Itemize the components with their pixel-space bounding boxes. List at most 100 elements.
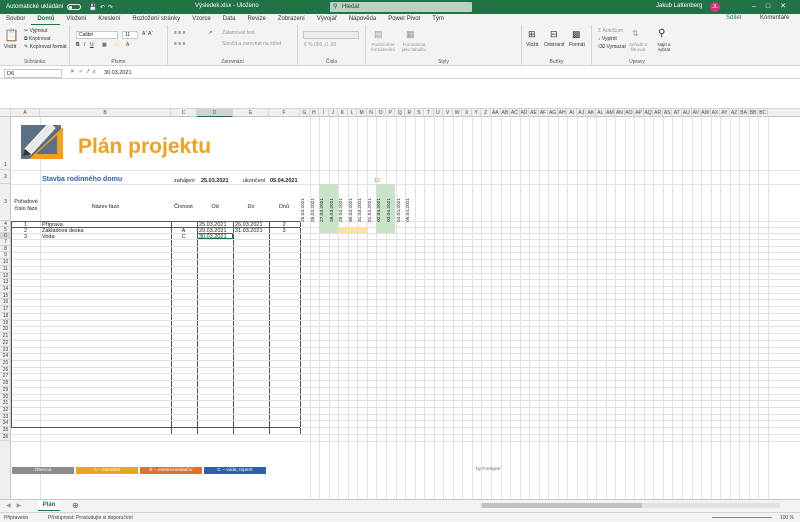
column-header-U[interactable]: U bbox=[434, 109, 444, 117]
scroll-thumb[interactable] bbox=[482, 503, 642, 508]
format-table-icon[interactable]: ▦ bbox=[406, 29, 415, 40]
cut-button[interactable]: ✂ Vyjmout bbox=[24, 28, 47, 34]
column-header-D[interactable]: D bbox=[197, 109, 233, 117]
row-header-32[interactable]: 32 bbox=[0, 407, 11, 414]
select-all-corner[interactable] bbox=[0, 109, 11, 117]
comments-button[interactable]: Komentáře bbox=[760, 15, 789, 21]
sheet-nav-arrows[interactable]: ◀▶ bbox=[6, 502, 27, 509]
column-header-AW[interactable]: AW bbox=[701, 109, 711, 117]
row-header-22[interactable]: 22 bbox=[0, 340, 11, 347]
worksheet-grid[interactable]: A B C D E F G H I J K L M N O P Q R S T U V W X Y Z AA AB AC AD AE AF AG… bbox=[0, 109, 800, 499]
add-sheet-icon[interactable]: ⊕ bbox=[72, 501, 79, 510]
phase-name[interactable]: Voda bbox=[42, 234, 162, 240]
fill-button[interactable]: ↓ Vyplnit bbox=[598, 36, 617, 42]
start-date[interactable]: 25.03.2021 bbox=[201, 178, 229, 184]
autosave-toggle[interactable] bbox=[67, 4, 82, 10]
row-header-21[interactable]: 21 bbox=[0, 333, 11, 340]
delete-cells-button[interactable]: Odstranit bbox=[544, 42, 564, 48]
tab-12[interactable]: Tým bbox=[426, 14, 450, 25]
column-header-AB[interactable]: AB bbox=[501, 109, 511, 117]
row-header-15[interactable]: 15 bbox=[0, 293, 11, 300]
conditional-format-button[interactable]: Podmíněné formátování bbox=[368, 42, 398, 52]
wrap-text-button[interactable]: Zalamovat text bbox=[222, 30, 255, 36]
tab-5[interactable]: Vzorce bbox=[186, 14, 217, 25]
column-header-L[interactable]: L bbox=[348, 109, 358, 117]
row-header-35[interactable]: 35 bbox=[0, 427, 11, 434]
column-header-E[interactable]: E bbox=[233, 109, 269, 117]
insert-cells-icon[interactable]: ⊞ bbox=[528, 29, 536, 40]
quick-access-icons[interactable]: 💾↶↷ bbox=[89, 4, 116, 11]
number-format-select[interactable] bbox=[303, 31, 359, 39]
column-header-Q[interactable]: Q bbox=[396, 109, 406, 117]
row-header-14[interactable]: 14 bbox=[0, 286, 11, 293]
row-header-17[interactable]: 17 bbox=[0, 306, 11, 313]
bold-icon[interactable]: B bbox=[76, 42, 80, 48]
column-header-I[interactable]: I bbox=[319, 109, 329, 117]
column-header-AO[interactable]: AO bbox=[625, 109, 635, 117]
borders-icon[interactable]: ▦ bbox=[102, 42, 107, 48]
row-header-31[interactable]: 31 bbox=[0, 400, 11, 407]
phase-to[interactable]: 31.03.2021 bbox=[235, 228, 269, 234]
row-header-28[interactable]: 28 bbox=[0, 380, 11, 387]
row-header-1[interactable]: 1 bbox=[0, 117, 11, 170]
column-header-B[interactable]: B bbox=[40, 109, 171, 117]
window-controls[interactable]: –□✕ bbox=[752, 2, 796, 10]
column-header-T[interactable]: T bbox=[424, 109, 434, 117]
column-header-Z[interactable]: Z bbox=[481, 109, 491, 117]
tab-3[interactable]: Kreslení bbox=[92, 14, 126, 25]
italic-icon[interactable]: I bbox=[84, 42, 85, 48]
column-header-AU[interactable]: AU bbox=[682, 109, 692, 117]
end-date[interactable]: 05.04.2021 bbox=[270, 178, 298, 184]
copy-button[interactable]: ⧉ Kopírovat bbox=[24, 36, 50, 42]
conditional-format-icon[interactable]: ▤ bbox=[374, 29, 383, 40]
column-header-AV[interactable]: AV bbox=[692, 109, 702, 117]
column-header-P[interactable]: P bbox=[386, 109, 396, 117]
sheet-tab-plan[interactable]: Plán bbox=[38, 500, 60, 511]
tab-7[interactable]: Revize bbox=[241, 14, 271, 25]
row-header-27[interactable]: 27 bbox=[0, 373, 11, 381]
name-box[interactable]: D6 bbox=[4, 69, 62, 78]
column-header-G[interactable]: G bbox=[300, 109, 310, 117]
column-header-S[interactable]: S bbox=[415, 109, 425, 117]
column-header-N[interactable]: N bbox=[367, 109, 377, 117]
row-header-34[interactable]: 34 bbox=[0, 420, 11, 428]
tab-11[interactable]: Power Pivot bbox=[382, 14, 426, 25]
column-header-AL[interactable]: AL bbox=[596, 109, 606, 117]
autosum-button[interactable]: Σ AutoSum bbox=[598, 28, 623, 34]
font-grow-icon[interactable]: Aˆ Aˇ bbox=[142, 31, 153, 37]
column-header-AX[interactable]: AX bbox=[711, 109, 721, 117]
format-cells-button[interactable]: Formát bbox=[569, 42, 585, 48]
column-header-C[interactable]: C bbox=[171, 109, 197, 117]
zoom-level[interactable]: 100 % bbox=[780, 515, 794, 521]
selected-cell-d6[interactable] bbox=[197, 233, 233, 239]
format-cells-icon[interactable]: ▩ bbox=[572, 29, 581, 40]
accessibility-status[interactable]: Přístupnost: Prostudujte si doporučení bbox=[48, 515, 133, 521]
column-header-J[interactable]: J bbox=[329, 109, 339, 117]
font-size-select[interactable]: 11 bbox=[122, 31, 138, 39]
phase-days[interactable]: 3 bbox=[269, 228, 299, 234]
column-header-AC[interactable]: AC bbox=[510, 109, 520, 117]
column-header-X[interactable]: X bbox=[462, 109, 472, 117]
row-header-3[interactable]: 3 bbox=[0, 184, 11, 221]
tab-10[interactable]: Nápověda bbox=[343, 14, 382, 25]
sort-filter-button[interactable]: Seřadit a filtrovat bbox=[626, 42, 650, 52]
column-header-AD[interactable]: AD bbox=[520, 109, 530, 117]
row-header-33[interactable]: 33 bbox=[0, 414, 11, 421]
row-header-19[interactable]: 19 bbox=[0, 320, 11, 327]
font-color-icon[interactable]: A bbox=[126, 42, 129, 48]
merge-center-button[interactable]: Sloučit a zarovnat na střed bbox=[222, 41, 281, 47]
column-header-H[interactable]: H bbox=[310, 109, 320, 117]
column-header-AF[interactable]: AF bbox=[539, 109, 549, 117]
column-header-BC[interactable]: BC bbox=[758, 109, 768, 117]
find-select-icon[interactable]: ⚲ bbox=[658, 28, 665, 39]
avatar[interactable]: JL bbox=[710, 2, 720, 12]
column-header-AA[interactable]: AA bbox=[491, 109, 501, 117]
row-header-16[interactable]: 16 bbox=[0, 299, 11, 307]
row-header-23[interactable]: 23 bbox=[0, 347, 11, 354]
column-header-BA[interactable]: BA bbox=[739, 109, 749, 117]
formula-icons[interactable]: ✕✓fx bbox=[70, 69, 100, 75]
column-header-K[interactable]: K bbox=[338, 109, 348, 117]
phase-num[interactable]: 3 bbox=[11, 234, 40, 240]
insert-cells-button[interactable]: Vložit bbox=[526, 42, 538, 48]
tab-0[interactable]: Soubor bbox=[0, 14, 31, 25]
